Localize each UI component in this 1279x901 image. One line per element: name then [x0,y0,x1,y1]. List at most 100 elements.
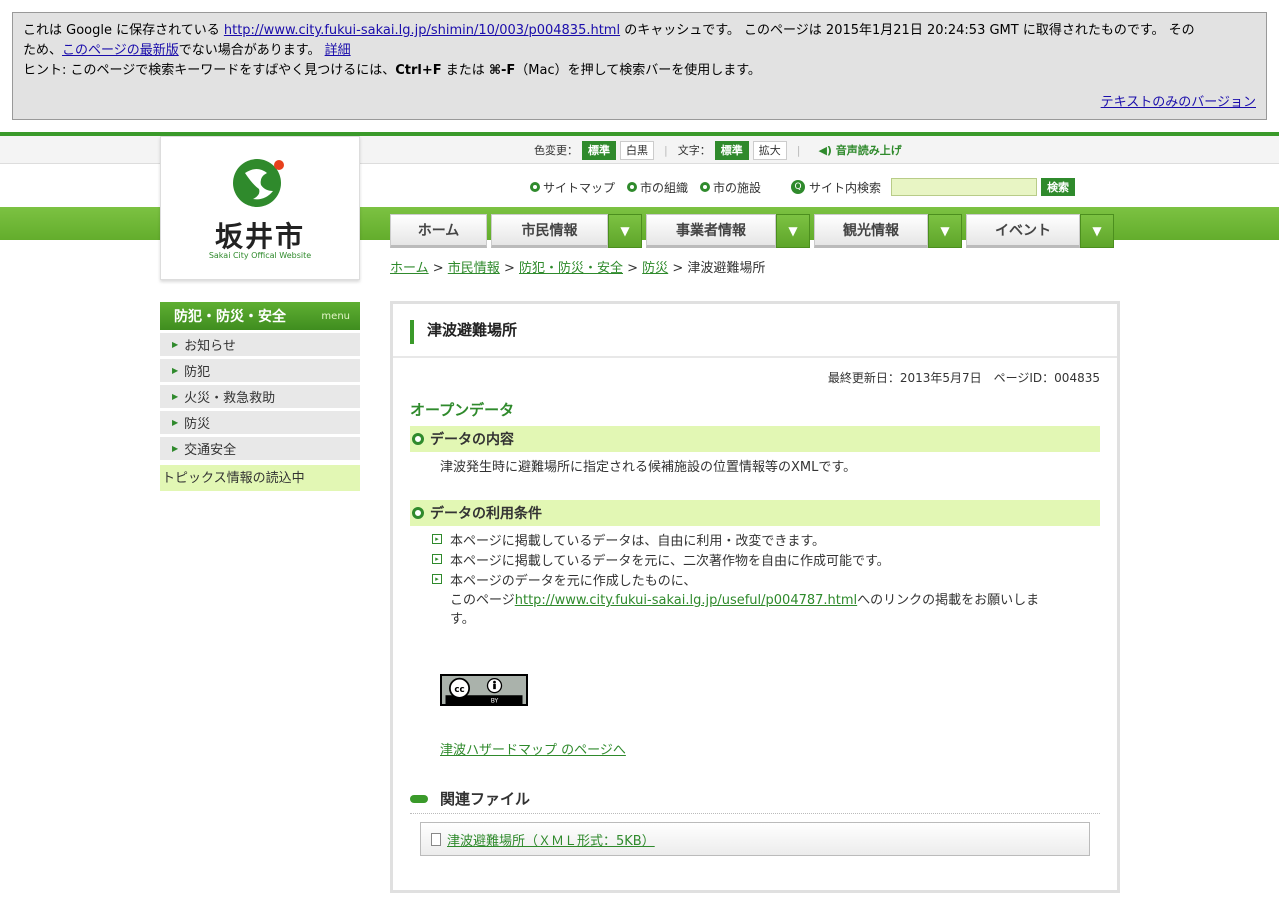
nav-tourism-label: 観光情報 [814,214,928,248]
cache-line-2: ため、このページの最新版でない場合があります。 詳細 [23,41,1256,61]
nav-business[interactable]: 事業者情報 ▼ [646,214,810,248]
arrow-right-icon: ▶ [172,340,179,349]
breadcrumb-current: 津波避難場所 [687,261,766,276]
text-standard-button[interactable]: 標準 [714,140,749,160]
global-nav: ホーム 市民情報 ▼ 事業者情報 ▼ 観光情報 ▼ イベント ▼ [390,214,1114,248]
term-3: 本ページのデータを元に作成したものに、 このページhttp://www.city… [450,570,1039,627]
term-text: 本ページに掲載しているデータを元に、二次著作物を自由に作成可能です。 [450,554,890,569]
latest-version-link[interactable]: このページの最新版 [62,43,179,58]
cache-text: これは Google に保存されている [23,23,224,38]
breadcrumb-sep: > [668,261,688,276]
nav-home-label: ホーム [390,214,487,248]
chevron-down-icon[interactable]: ▼ [776,214,810,248]
chevron-down-icon[interactable]: ▼ [928,214,962,248]
cache-text: のキャッシュです。 このページは 2015年1月21日 20:24:53 GMT… [620,23,1195,38]
site-search: Q サイト内検索 検索 [791,178,1076,196]
site-logo[interactable]: 坂井市 Sakai City Offical Website [160,136,360,280]
cached-url-link[interactable]: http://www.city.fukui-sakai.lg.jp/shimin… [224,23,620,38]
sidebar-item-crime-prevention[interactable]: ▶ 防犯 [160,359,360,382]
hint-text: （Mac）を押して検索バーを使用します。 [515,63,761,78]
cache-hint: ヒント: このページで検索キーワードをすばやく見つけるには、Ctrl+F または… [23,61,1256,81]
breadcrumb-home[interactable]: ホーム [390,261,429,276]
organization-link[interactable]: 市の組織 [627,179,688,196]
organization-label: 市の組織 [640,180,689,195]
sidebar-item-label: 火災・救急救助 [184,391,276,406]
text-large-button[interactable]: 拡大 [752,140,787,160]
utility-bar: 色変更： 標準 白黒 | 文字： 標準 拡大 | ◀︎) 音声読み上げ [534,140,902,160]
text-size-label: 文字： [677,144,711,157]
nav-business-label: 事業者情報 [646,214,776,248]
data-content-heading-label: データの内容 [430,432,514,448]
chevron-down-icon[interactable]: ▼ [1080,214,1114,248]
sidebar-item-label: お知らせ [184,339,236,354]
nav-home[interactable]: ホーム [390,214,487,248]
arrow-right-icon: ▶ [172,444,179,453]
nav-citizen-label: 市民情報 [491,214,608,248]
pill-bullet-icon [410,794,428,803]
sidebar-item-label: 防災 [184,417,211,432]
city-emblem-icon [233,159,284,207]
list-item: ▸ 本ページのデータを元に作成したものに、 このページhttp://www.ci… [432,570,1039,627]
page-title-bar: 津波避難場所 [393,304,1117,358]
cache-line-1: これは Google に保存されている http://www.city.fuku… [23,21,1256,41]
sidebar-item-disaster[interactable]: ▶ 防災 [160,411,360,434]
sidebar-item-traffic[interactable]: ▶ 交通安全 [160,437,360,460]
box-arrow-icon: ▸ [432,534,442,544]
sidebar-header[interactable]: 防犯・防災・安全 menu [160,302,360,330]
page-title: 津波避難場所 [427,321,518,339]
bullet-icon [627,182,638,192]
term-text: このページ [450,593,515,608]
color-standard-button[interactable]: 標準 [582,140,616,160]
nav-citizen[interactable]: 市民情報 ▼ [491,214,642,248]
facilities-link[interactable]: 市の施設 [700,179,761,196]
term-text: す。 [450,612,475,627]
logo-subtitle: Sakai City Offical Website [208,251,312,260]
chevron-down-icon[interactable]: ▼ [608,214,642,248]
speaker-icon: ◀︎) [818,144,832,157]
arrow-right-icon: ▶ [172,392,179,401]
detail-link[interactable]: 詳細 [325,43,351,58]
hazard-map-link[interactable]: 津波ハザードマップ のページへ [440,739,626,758]
nav-tourism[interactable]: 観光情報 ▼ [814,214,962,248]
breadcrumb-citizen[interactable]: 市民情報 [448,261,500,276]
color-bw-button[interactable]: 白黒 [620,140,654,160]
sidebar-title: 防犯・防災・安全 [174,309,286,325]
cache-text: でない場合があります。 [178,43,325,58]
topics-loading: トピックス情報の読込中 [160,465,360,491]
voice-read-label: 音声読み上げ [835,144,902,157]
xml-file-link[interactable]: 津波避難場所（ＸＭＬ形式：5KB） [447,830,655,849]
file-download-box: 津波避難場所（ＸＭＬ形式：5KB） [420,822,1090,856]
color-change-label: 色変更： [534,144,578,157]
creative-commons-by-badge[interactable]: cc BY [440,674,528,706]
ring-bullet-icon [412,507,424,519]
breadcrumb: ホーム > 市民情報 > 防犯・防災・安全 > 防災 > 津波避難場所 [390,257,765,276]
nav-event-label: イベント [966,214,1080,248]
last-updated: 最終更新日：2013年5月7日 ページID：004835 [827,371,1100,385]
ring-bullet-icon [412,433,424,445]
sitemap-link[interactable]: サイトマップ [530,179,615,196]
sidebar-item-fire-rescue[interactable]: ▶ 火災・救急救助 [160,385,360,408]
search-input[interactable] [891,178,1038,196]
breadcrumb-sep: > [428,261,448,276]
sidebar: 防犯・防災・安全 menu ▶ お知らせ ▶ 防犯 ▶ 火災・救急救助 ▶ 防災 ▶ 交通… [160,302,360,491]
text-only-version-link[interactable]: テキストのみのバージョン [1101,93,1256,113]
data-content-heading: データの内容 [410,426,1100,452]
breadcrumb-disaster[interactable]: 防災 [642,261,668,276]
search-button[interactable]: 検索 [1041,178,1076,196]
bullet-icon [530,182,540,192]
hint-text: ヒント: このページで検索キーワードをすばやく見つけるには、 [23,63,396,78]
hint-text: または [441,63,489,78]
breadcrumb-safety[interactable]: 防犯・防災・安全 [519,261,623,276]
sidebar-item-news[interactable]: ▶ お知らせ [160,333,360,356]
divider: | [796,143,801,157]
svg-text:cc: cc [454,685,464,695]
voice-read-button[interactable]: ◀︎) 音声読み上げ [818,142,901,158]
nav-event[interactable]: イベント ▼ [966,214,1114,248]
cache-banner: これは Google に保存されている http://www.city.fuku… [12,12,1267,120]
useful-page-link[interactable]: http://www.city.fukui-sakai.lg.jp/useful… [515,593,857,608]
header-links: サイトマップ 市の組織 市の施設 Q サイト内検索 検索 [530,178,1076,196]
main-content: 津波避難場所 最終更新日：2013年5月7日 ページID：004835 オープン… [390,301,1120,893]
title-accent [410,320,414,344]
hint-key: Ctrl+F [395,63,442,78]
bullet-icon [700,182,711,192]
